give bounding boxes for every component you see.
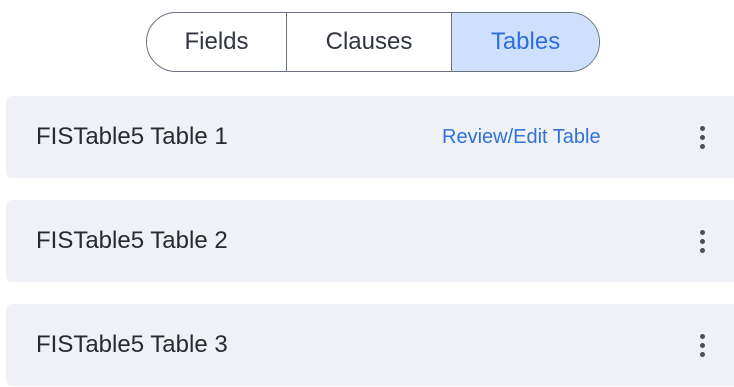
- table-row[interactable]: FISTable5 Table 1 Review/Edit Table: [6, 96, 734, 178]
- more-vertical-icon[interactable]: [688, 117, 716, 157]
- table-name: FISTable5 Table 3: [36, 331, 228, 358]
- table-name: FISTable5 Table 1: [36, 123, 228, 150]
- tab-fields[interactable]: Fields: [147, 13, 287, 71]
- table-row[interactable]: FISTable5 Table 2: [6, 200, 734, 282]
- segmented-tab-control: Fields Clauses Tables: [146, 12, 600, 72]
- table-row[interactable]: FISTable5 Table 3: [6, 304, 734, 386]
- more-vertical-icon[interactable]: [688, 325, 716, 365]
- review-edit-table-link[interactable]: Review/Edit Table: [442, 96, 601, 178]
- tab-tables[interactable]: Tables: [452, 13, 599, 71]
- table-name: FISTable5 Table 2: [36, 227, 228, 254]
- more-vertical-icon[interactable]: [688, 221, 716, 261]
- tab-clauses[interactable]: Clauses: [287, 13, 452, 71]
- tables-panel: Fields Clauses Tables FISTable5 Table 1 …: [0, 0, 734, 387]
